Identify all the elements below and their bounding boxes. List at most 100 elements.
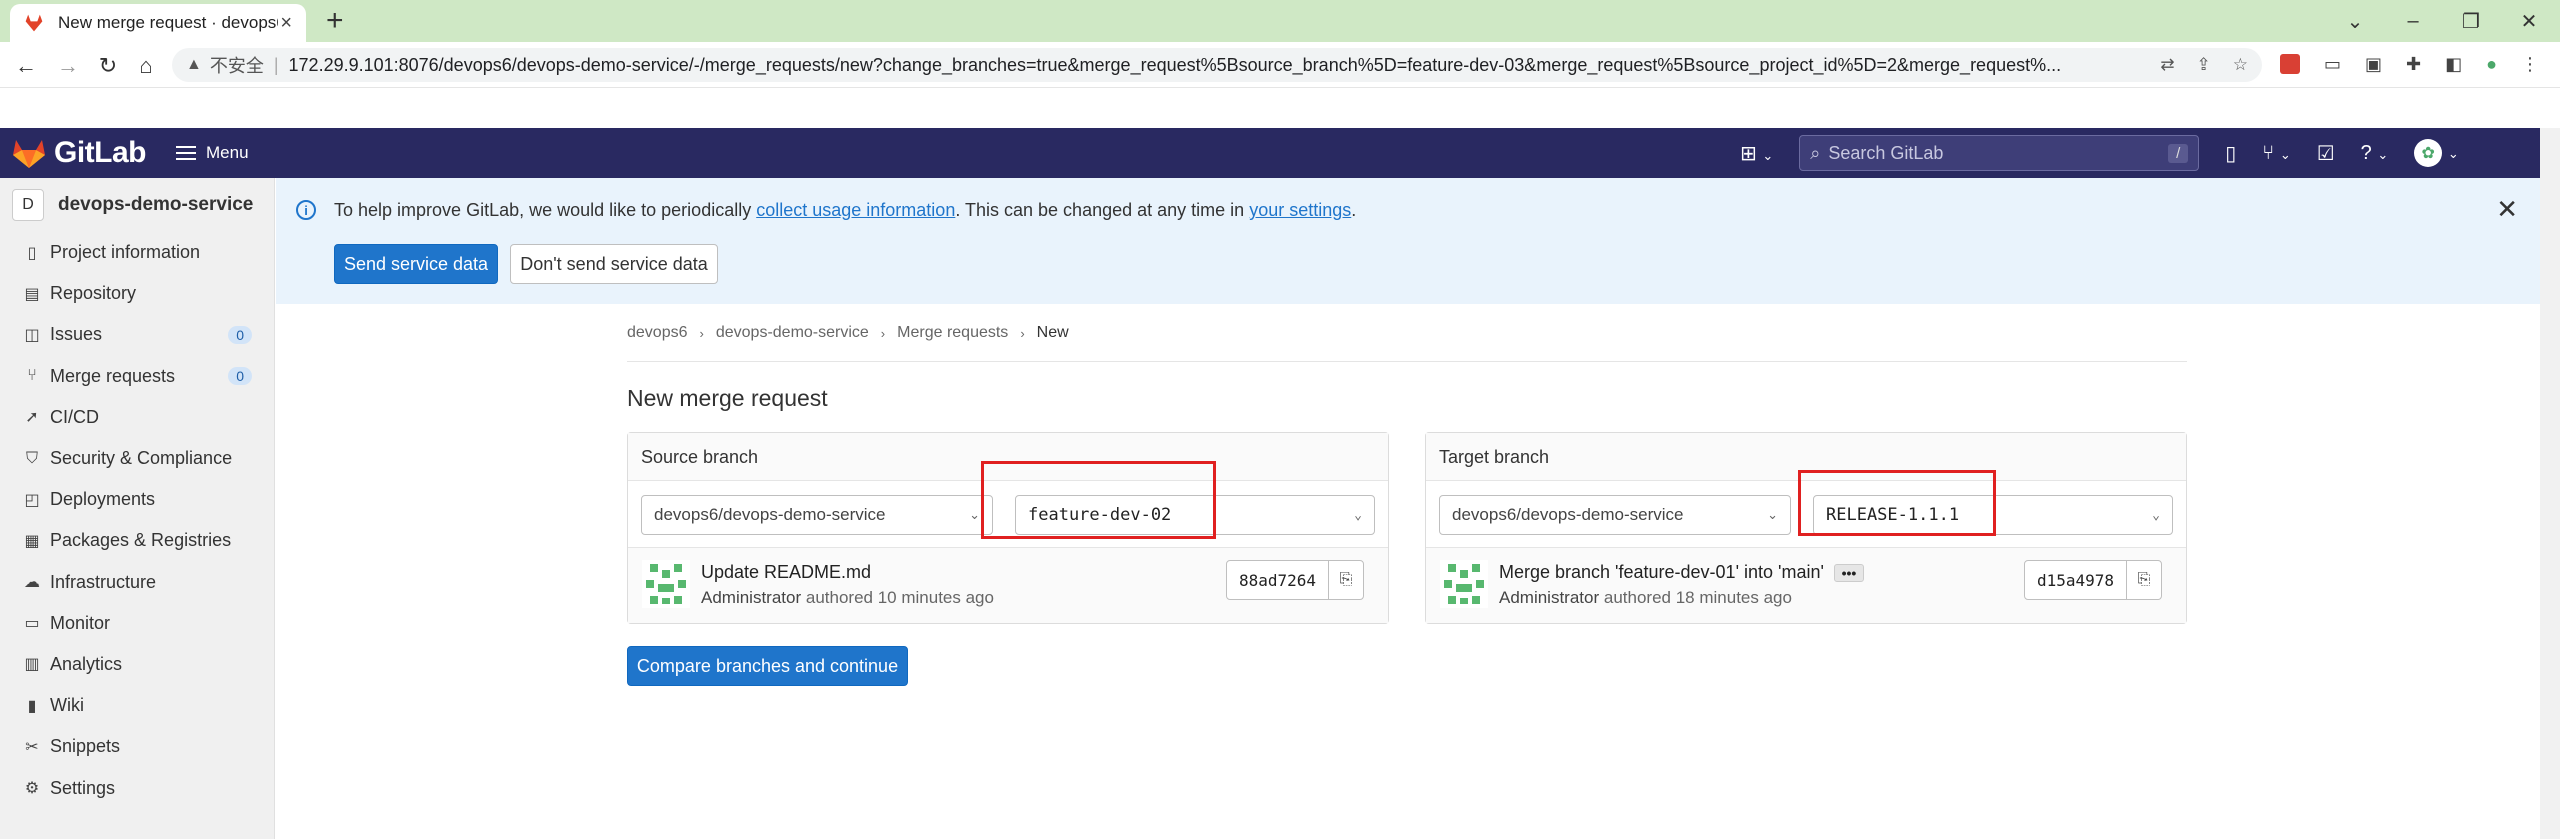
extension-screen-icon[interactable]: ▣ (2365, 54, 2382, 75)
copy-icon[interactable]: ⎘ (1329, 561, 1363, 599)
source-commit-title-text[interactable]: Update README.md (701, 562, 871, 583)
sidepanel-icon[interactable]: ◧ (2445, 54, 2462, 75)
copy-icon[interactable]: ⎘ (2127, 561, 2161, 599)
restore-icon[interactable]: ❐ (2442, 9, 2500, 34)
menu-button[interactable]: Menu (176, 143, 249, 163)
sidebar-item-project-information[interactable]: ▯ Project information (0, 232, 274, 273)
source-project-value: devops6/devops-demo-service (654, 505, 886, 524)
target-commit-title[interactable]: Merge branch 'feature-dev-01' into 'main… (1499, 562, 1864, 583)
gitlab-logo[interactable]: GitLab (12, 136, 147, 170)
sidebar-item-settings[interactable]: ⚙ Settings (0, 767, 274, 808)
chevron-down-icon: ⌄ (969, 507, 980, 522)
source-sha-link[interactable]: 88ad7264 (1227, 561, 1330, 599)
issues-icon: ◫ (24, 326, 40, 344)
target-sha-link[interactable]: d15a4978 (2025, 561, 2128, 599)
sidebar-item-label: Analytics (50, 653, 123, 674)
your-settings-link[interactable]: your settings (1249, 200, 1351, 220)
info-icon: i (296, 200, 316, 220)
merge-request-icon: ⑂ (27, 367, 37, 385)
share-icon[interactable]: ⇪ (2197, 55, 2211, 75)
profile-icon[interactable]: ● (2486, 54, 2497, 75)
translate-icon[interactable]: ⇄ (2160, 55, 2174, 75)
extension-icons: ▭ ▣ ✚ ◧ ● ⋮ (2280, 54, 2539, 75)
send-service-data-button[interactable]: Send service data (334, 244, 498, 284)
minimize-icon[interactable]: – (2384, 10, 2442, 33)
insecure-label[interactable]: 不安全 (210, 52, 264, 78)
target-commit-author[interactable]: Administrator (1499, 588, 1599, 607)
bookmark-star-icon[interactable]: ☆ (2233, 55, 2248, 75)
sidebar-item-repository[interactable]: ▤ Repository (0, 273, 274, 314)
monitor-icon: ▭ (24, 615, 40, 633)
page-scrollbar[interactable] (2540, 128, 2560, 839)
target-commit: Merge branch 'feature-dev-01' into 'main… (1426, 547, 2186, 623)
repository-icon: ▤ (24, 285, 40, 303)
sidebar-project-header[interactable]: D devops-demo-service (0, 178, 274, 232)
sidebar-item-monitor[interactable]: ▭ Monitor (0, 603, 274, 644)
breadcrumb-divider (627, 361, 2187, 362)
rocket-icon: ➚ (25, 409, 39, 427)
gitlab-brand: GitLab (54, 136, 147, 169)
merge-requests-header-icon[interactable]: ⑂ ⌄ (2262, 142, 2290, 165)
menu-label: Menu (206, 143, 249, 162)
search-placeholder: Search GitLab (1828, 142, 1944, 163)
close-icon[interactable]: ✕ (2496, 194, 2518, 225)
target-commit-title-text[interactable]: Merge branch 'feature-dev-01' into 'main… (1499, 562, 1824, 583)
todos-icon[interactable]: ☑ (2317, 141, 2335, 166)
sidebar-item-label: Repository (50, 283, 137, 304)
header-actions: ⊞ ⌄ ⌕ Search GitLab / ▯ ⑂ ⌄ ☑ ? ⌄ ✿ ⌄ (1740, 128, 2459, 178)
alert-text-middle: . This can be changed at any time in (955, 200, 1250, 220)
source-commit-title[interactable]: Update README.md (701, 562, 871, 583)
breadcrumb-merge-requests[interactable]: Merge requests (897, 324, 1008, 342)
sidebar-item-label: Snippets (50, 736, 121, 757)
search-input[interactable]: ⌕ Search GitLab / (1799, 135, 2200, 171)
compare-branches-button[interactable]: Compare branches and continue (627, 646, 908, 686)
sidebar-item-snippets[interactable]: ✂ Snippets (0, 726, 274, 767)
chevron-right-icon: › (1020, 325, 1025, 341)
help-icon[interactable]: ? ⌄ (2361, 142, 2389, 165)
window-close-icon[interactable]: ✕ (2500, 9, 2558, 34)
sidebar-item-analytics[interactable]: ▥ Analytics (0, 644, 274, 685)
new-tab-button[interactable]: + (326, 4, 344, 38)
issues-header-icon[interactable]: ▯ (2225, 141, 2236, 166)
extension-red-icon[interactable] (2280, 54, 2300, 74)
address-bar[interactable]: ▲ 不安全 | 172.29.9.101:8076/devops6/devops… (172, 48, 2262, 82)
tab-close-icon[interactable]: × (280, 12, 292, 35)
sidebar-item-label: Project information (50, 242, 201, 263)
tab-search-icon[interactable]: ⌄ (2326, 9, 2384, 34)
breadcrumb: devops6 › devops-demo-service › Merge re… (627, 324, 1069, 342)
breadcrumb-current[interactable]: New (1037, 324, 1069, 342)
back-icon[interactable]: ← (10, 50, 42, 82)
user-avatar: ✿ (2414, 139, 2443, 167)
sidebar-item-security-compliance[interactable]: ⛉ Security & Compliance (0, 438, 274, 479)
url-text[interactable]: 172.29.9.101:8076/devops6/devops-demo-se… (289, 55, 2119, 76)
expand-commit-message-icon[interactable]: ••• (1833, 563, 1864, 582)
dont-send-service-data-button[interactable]: Don't send service data (510, 244, 718, 284)
source-commit-author[interactable]: Administrator (701, 588, 801, 607)
window-controls: ⌄ – ❐ ✕ (2326, 0, 2558, 42)
document-icon: ▯ (27, 244, 37, 262)
target-project-select[interactable]: devops6/devops-demo-service ⌄ (1439, 495, 1791, 535)
sidebar-item-ci-cd[interactable]: ➚ CI/CD (0, 397, 274, 438)
sidebar-item-issues[interactable]: ◫ Issues 0 (0, 314, 274, 355)
count-badge: 0 (228, 367, 252, 386)
user-menu[interactable]: ✿ ⌄ (2414, 139, 2459, 167)
extension-reader-icon[interactable]: ▭ (2324, 54, 2341, 75)
source-project-select[interactable]: devops6/devops-demo-service ⌄ (641, 495, 993, 535)
sidebar-item-deployments[interactable]: ◰ Deployments (0, 479, 274, 520)
home-icon[interactable]: ⌂ (130, 50, 162, 82)
extensions-puzzle-icon[interactable]: ✚ (2406, 54, 2421, 75)
reload-icon[interactable]: ↻ (92, 50, 124, 82)
breadcrumb-group[interactable]: devops6 (627, 324, 688, 342)
sidebar-nav: ▯ Project information ▤ Repository ◫ Issues 0 ⑂… (0, 232, 274, 809)
collect-usage-link[interactable]: collect usage information (756, 200, 955, 220)
sidebar-item-merge-requests[interactable]: ⑂ Merge requests 0 (0, 356, 274, 397)
search-icon: ⌕ (1810, 142, 1821, 163)
browser-menu-icon[interactable]: ⋮ (2521, 54, 2539, 75)
sidebar-item-packages-registries[interactable]: ▦ Packages & Registries (0, 520, 274, 561)
create-new-icon[interactable]: ⊞ ⌄ (1740, 141, 1773, 166)
breadcrumb-project[interactable]: devops-demo-service (716, 324, 869, 342)
sidebar-item-wiki[interactable]: ▮ Wiki (0, 685, 274, 726)
sidebar-item-infrastructure[interactable]: ☁ Infrastructure (0, 562, 274, 603)
forward-icon[interactable]: → (52, 50, 84, 82)
browser-tab[interactable]: New merge request · devops6 × (10, 4, 306, 42)
